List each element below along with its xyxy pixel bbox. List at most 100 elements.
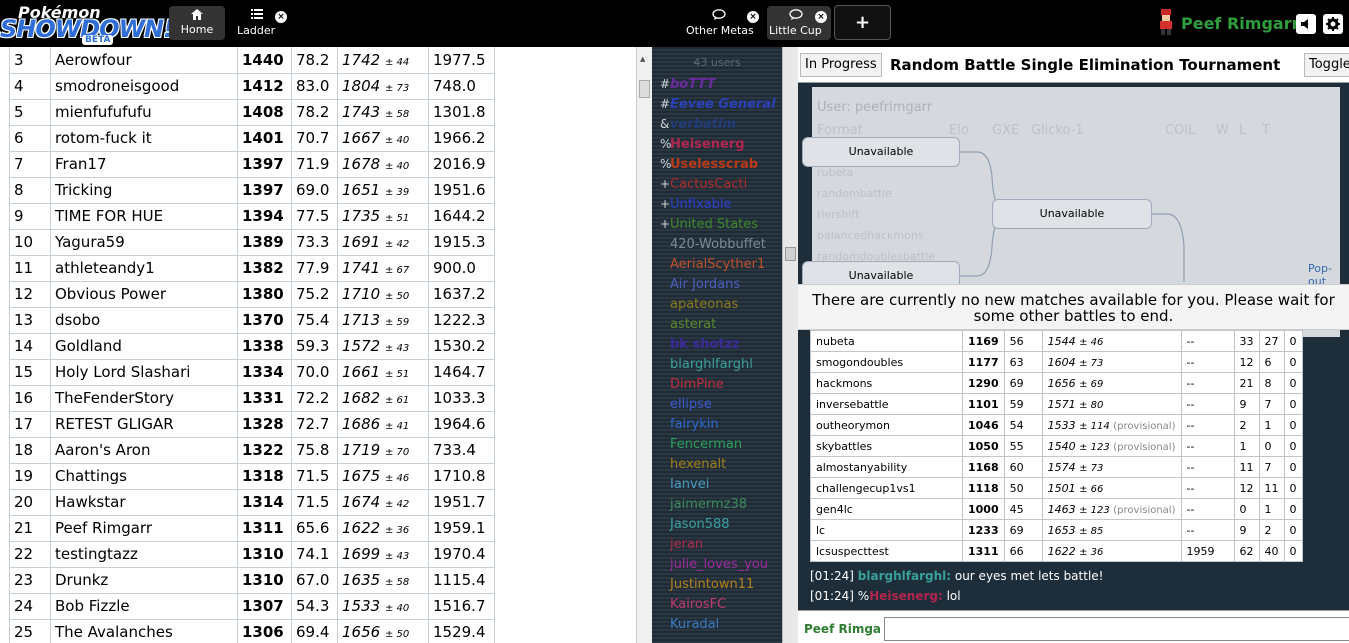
- user-list-item[interactable]: ellipse: [660, 397, 712, 417]
- format-name[interactable]: nubeta: [810, 330, 963, 352]
- format-name[interactable]: outheorymon: [810, 414, 963, 436]
- format-rating-row: challengecup1vs1 1118 50 1501 ± 66 -- 12 11 0: [810, 477, 1303, 499]
- format-ties: 0: [1283, 498, 1303, 520]
- ladder-player-name[interactable]: Goldland: [50, 333, 238, 360]
- ladder-player-name[interactable]: mienfufufufu: [50, 99, 238, 126]
- format-name[interactable]: gen4lc: [810, 498, 963, 520]
- user-list-item[interactable]: +CactusCacti: [660, 177, 747, 197]
- user-list-item[interactable]: Ianvei: [660, 477, 709, 497]
- ladder-player-name[interactable]: TIME FOR HUE: [50, 203, 238, 230]
- ladder-player-name[interactable]: Obvious Power: [50, 281, 238, 308]
- bracket-node[interactable]: Unavailable: [992, 199, 1152, 229]
- user-list-item[interactable]: blarghlfarghl: [660, 357, 753, 377]
- format-name[interactable]: lc: [810, 519, 963, 541]
- ladder-player-name[interactable]: Hawkstar: [50, 489, 238, 516]
- user-list-item[interactable]: Air Jordans: [660, 277, 740, 297]
- scroll-thumb[interactable]: [785, 247, 796, 261]
- chat-username[interactable]: blarghlfarghl:: [858, 569, 951, 583]
- ladder-player-name[interactable]: dsobo: [50, 307, 238, 334]
- ladder-player-name[interactable]: rotom-fuck it: [50, 125, 238, 152]
- user-list-item[interactable]: &verbatim: [660, 117, 736, 137]
- ladder-player-name[interactable]: Aerowfour: [50, 47, 238, 74]
- format-name[interactable]: almostanyability: [810, 456, 963, 478]
- close-icon[interactable]: ×: [815, 11, 827, 23]
- in-progress-button[interactable]: In Progress: [800, 53, 882, 77]
- sound-icon[interactable]: [1296, 14, 1316, 34]
- user-group-symbol: %: [660, 137, 672, 151]
- ladder-player-name[interactable]: RETEST GLIGAR: [50, 411, 238, 438]
- ladder-player-name[interactable]: Bob Fizzle: [50, 593, 238, 620]
- user-list-item[interactable]: %Uselesscrab: [660, 157, 758, 177]
- chat-username[interactable]: Heisenerg:: [869, 589, 943, 603]
- user-list-item[interactable]: +Unfixable: [660, 197, 731, 217]
- format-name[interactable]: hackmons: [810, 372, 963, 394]
- format-name[interactable]: smogondoubles: [810, 351, 963, 373]
- ladder-scrollbar[interactable]: ▲: [636, 47, 652, 643]
- user-list-item[interactable]: asterat: [660, 317, 716, 337]
- user-list-item[interactable]: Jason588: [660, 517, 730, 537]
- ladder-player-name[interactable]: Aaron's Aron: [50, 437, 238, 464]
- trainer-avatar-icon[interactable]: [1157, 9, 1175, 35]
- new-room-button[interactable]: +: [834, 5, 891, 40]
- user-list-item[interactable]: %Heisenerg: [660, 137, 745, 157]
- ladder-coil: 1951.6: [428, 177, 495, 204]
- ladder-player-name[interactable]: Chattings: [50, 463, 238, 490]
- bracket-node[interactable]: Unavailable: [802, 137, 960, 167]
- user-list-item[interactable]: DimPine: [660, 377, 724, 397]
- username-display[interactable]: Peef Rimgarr: [1181, 14, 1299, 33]
- ladder-player-name[interactable]: Drunkz: [50, 567, 238, 594]
- user-list-item[interactable]: fairykin: [660, 417, 719, 437]
- ladder-player-name[interactable]: Holy Lord Slashari: [50, 359, 238, 386]
- scroll-thumb[interactable]: [639, 80, 650, 98]
- format-name[interactable]: skybattles: [810, 435, 963, 457]
- user-list-item[interactable]: Justintown11: [660, 577, 754, 597]
- format-name[interactable]: inversebattle: [810, 393, 963, 415]
- ladder-player-name[interactable]: athleteandy1: [50, 255, 238, 282]
- ladder-player-name[interactable]: Yagura59: [50, 229, 238, 256]
- user-list-item[interactable]: KairosFC: [660, 597, 726, 617]
- user-list-item[interactable]: apateonas: [660, 297, 738, 317]
- user-list-item[interactable]: +United States: [660, 217, 758, 237]
- ladder-player-name[interactable]: TheFenderStory: [50, 385, 238, 412]
- ladder-rank: 6: [9, 125, 51, 152]
- user-list-item[interactable]: hexenalt: [660, 457, 726, 477]
- user-list-item[interactable]: AerialScyther1: [660, 257, 765, 277]
- user-list-item[interactable]: #boTTT: [660, 77, 715, 97]
- user-list-item[interactable]: jaimermz38: [660, 497, 747, 517]
- pokemon-showdown-logo[interactable]: Pokémon SHOWDOWN! BETA: [0, 2, 174, 45]
- user-list-item[interactable]: Kuradal: [660, 617, 719, 637]
- toggle-button[interactable]: Toggle: [1304, 53, 1349, 77]
- user-list-item[interactable]: Fencerman: [660, 437, 742, 457]
- format-name[interactable]: challengecup1vs1: [810, 477, 963, 499]
- ladder-player-name[interactable]: Fran17: [50, 151, 238, 178]
- ladder-player-name[interactable]: smodroneisgood: [50, 73, 238, 100]
- ladder-gxe: 78.2: [291, 99, 338, 126]
- gear-icon[interactable]: [1323, 14, 1343, 34]
- room-tab-little-cup[interactable]: Little Cup ×: [767, 6, 831, 40]
- ladder-player-name[interactable]: testingtazz: [50, 541, 238, 568]
- ladder-player-name[interactable]: Peef Rimgarr: [50, 515, 238, 542]
- format-name[interactable]: lcsuspecttest: [810, 540, 963, 562]
- ladder-tab[interactable]: Ladder ×: [232, 6, 290, 40]
- chat-input[interactable]: [884, 617, 1349, 641]
- user-list-item[interactable]: jeran: [660, 537, 703, 557]
- userlist-scrollbar[interactable]: [782, 47, 798, 643]
- scroll-up-icon[interactable]: ▲: [640, 55, 645, 63]
- ladder-row: 11 athleteandy1 1382 77.9 1741 ± 67 900.0: [9, 255, 495, 282]
- room-tab-other-metas[interactable]: Other Metas ×: [684, 6, 764, 40]
- close-icon[interactable]: ×: [747, 11, 759, 23]
- ladder-row: 21 Peef Rimgarr 1311 65.6 1622 ± 36 1959.1: [9, 515, 495, 542]
- user-list-item[interactable]: #Eevee General: [660, 97, 776, 117]
- user-list-item[interactable]: bk shotzz: [660, 337, 740, 357]
- user-list-item[interactable]: julie_loves_you: [660, 557, 768, 577]
- home-tab[interactable]: Home: [169, 6, 225, 40]
- ladder-player-name[interactable]: The Avalanches: [50, 619, 238, 643]
- format-ties: 0: [1283, 519, 1303, 541]
- format-coil: --: [1180, 393, 1235, 415]
- room-scrollbar[interactable]: [1340, 330, 1349, 600]
- ladder-player-name[interactable]: Tricking: [50, 177, 238, 204]
- home-tab-label: Home: [180, 23, 214, 36]
- close-icon[interactable]: ×: [275, 11, 287, 23]
- tournament-room: In Progress Random Battle Single Elimina…: [798, 47, 1349, 643]
- user-list-item[interactable]: 420-Wobbuffet: [660, 237, 766, 257]
